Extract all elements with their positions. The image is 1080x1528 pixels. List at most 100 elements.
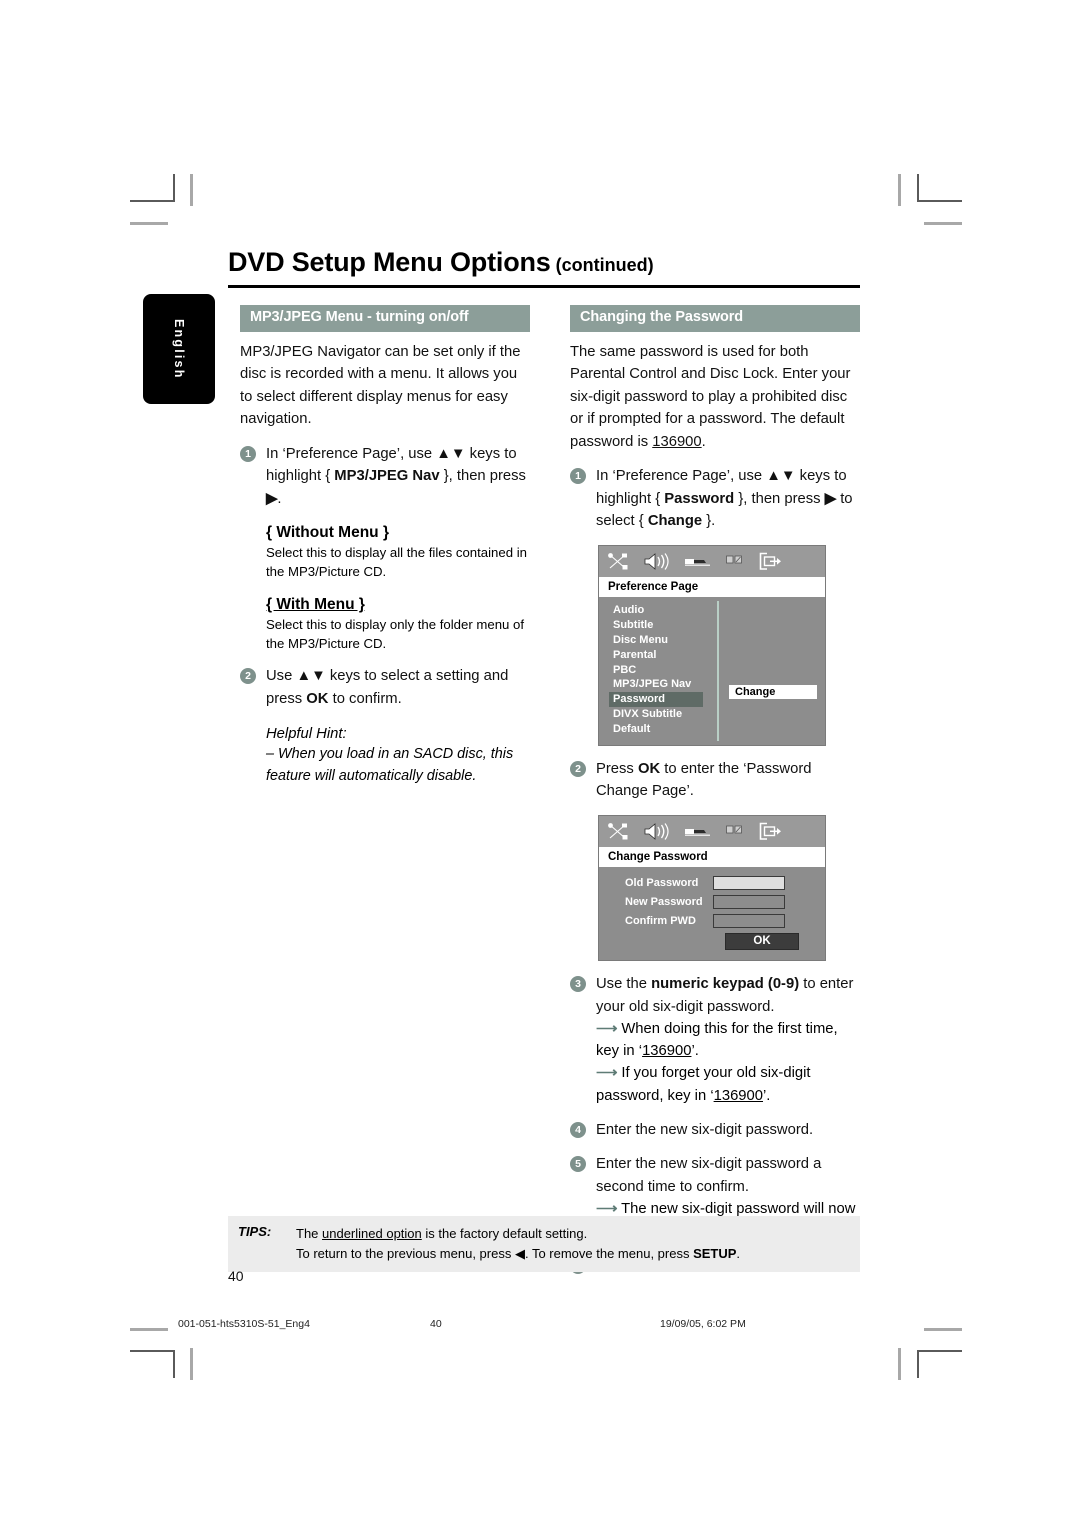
step-text-c: to confirm.: [328, 690, 402, 707]
arrow-bullet-icon: ⟶: [596, 1065, 618, 1082]
video-icon: [685, 559, 710, 567]
osd-title: Preference Page: [599, 576, 825, 598]
osd-menu-item-pbc[interactable]: PBC: [609, 663, 703, 678]
tips-line-2-c: .: [736, 1245, 741, 1261]
tools-icon: [608, 552, 628, 570]
password-intro-period: .: [701, 433, 706, 450]
step-text-a: In ‘Preference Page’, use: [266, 445, 437, 462]
exit-icon: [759, 822, 781, 840]
tips-line-1: The underlined option is the factory def…: [296, 1224, 740, 1244]
osd-option-change[interactable]: Change: [729, 685, 817, 700]
note-text-a: If you forget your old six-digit passwor…: [596, 1065, 811, 1104]
manual-page: DVD Setup Menu Options (continued) Englis…: [0, 0, 1080, 1528]
osd-menu-item-disc-menu[interactable]: Disc Menu: [609, 633, 703, 648]
imposition-timestamp: 19/09/05, 6:02 PM: [660, 1318, 746, 1330]
tips-label: TIPS:: [238, 1224, 272, 1239]
osd-title: Change Password: [599, 846, 825, 868]
ok-key-label: OK: [637, 760, 661, 777]
page-title: DVD Setup Menu Options: [228, 247, 551, 277]
tips-line-2-a: To return to the previous menu, press: [296, 1245, 515, 1261]
tips-line-1-a: The: [296, 1226, 323, 1241]
step-text-c: }, then press: [439, 468, 526, 485]
osd-menu-item-password[interactable]: Password: [609, 692, 703, 708]
confirm-password-label: Confirm PWD: [625, 915, 696, 928]
osd-menu-item-default[interactable]: Default: [609, 722, 703, 737]
page-number: 40: [228, 1268, 244, 1284]
arrow-keys-glyph: ▲▼: [766, 468, 796, 485]
field-row-old-password: Old Password: [599, 876, 825, 891]
password-intro-text: The same password is used for both Paren…: [570, 343, 851, 450]
tips-content: TIPS: The underlined option is the facto…: [238, 1224, 850, 1263]
numeric-keypad-label: numeric keypad (0-9): [651, 976, 800, 993]
osd-icon-bar: [599, 815, 825, 847]
step-text-a: Press: [596, 760, 638, 777]
mp3jpeg-intro: MP3/JPEG Navigator can be set only if th…: [240, 343, 521, 428]
osd-menu-item-mp3jpeg-nav[interactable]: MP3/JPEG Nav: [609, 677, 703, 692]
arrow-bullet-icon: ⟶: [596, 1021, 618, 1038]
menu-item-name: MP3/JPEG Nav: [334, 468, 440, 485]
step-text: Enter the new six-digit password a secon…: [596, 1156, 822, 1195]
option-with-menu-label: { With Menu }: [240, 596, 530, 614]
helpful-hint-title: Helpful Hint:: [266, 726, 347, 743]
confirm-password-input[interactable]: [713, 914, 785, 929]
title-divider: [228, 285, 860, 288]
tips-box: TIPS: The underlined option is the facto…: [228, 1216, 860, 1272]
imposition-slug: 001-051-hts5310S-51_Eng4 40 19/09/05, 6:…: [0, 1318, 1080, 1338]
password-step-1: 1 In ‘Preference Page’, use ▲▼ keys to h…: [570, 465, 860, 532]
helpful-hint-body: – When you load in an SACD disc, this fe…: [266, 746, 514, 784]
old-password-label: Old Password: [625, 877, 699, 890]
old-password-input[interactable]: [713, 876, 785, 891]
video-icon: [685, 829, 710, 836]
osd-body: Old Password New Password Confirm PWD OK: [599, 867, 825, 960]
step-text-e: }.: [702, 513, 716, 530]
picture-icon: [726, 825, 742, 834]
note-text-a: When doing this for the first time, key …: [596, 1021, 838, 1060]
step-number-badge: 4: [570, 1121, 586, 1138]
field-row-new-password: New Password: [599, 895, 825, 910]
step-number-badge: 3: [570, 976, 586, 993]
osd-body: Audio Subtitle Disc Menu Parental PBC MP…: [599, 597, 825, 745]
right-arrow-glyph: ▶: [824, 490, 837, 507]
password-step-3-note-2: ⟶ If you forget your old six-digit passw…: [570, 1062, 860, 1106]
mp3jpeg-step-2: 2 Use ▲▼ keys to select a setting and pr…: [240, 665, 530, 710]
step-text: Enter the new six-digit password.: [596, 1121, 814, 1138]
step-number-badge: 5: [570, 1156, 586, 1173]
ok-button-row: OK: [599, 933, 825, 951]
speaker-icon: [644, 552, 669, 570]
option-with-menu-text: Select this to display only the folder m…: [266, 616, 525, 651]
osd-icon-bar: [599, 545, 825, 577]
default-password-value: 136900: [652, 433, 702, 450]
osd-menu-item-audio[interactable]: Audio: [609, 603, 703, 618]
step-text-c: }, then press: [734, 490, 825, 507]
password-step-4: 4 Enter the new six-digit password.: [570, 1119, 860, 1141]
tips-line-1-b: is the factory default setting.: [421, 1226, 588, 1241]
default-password-value: 136900: [642, 1043, 692, 1060]
password-step-3: 3 Use the numeric keypad (0-9) to enter …: [570, 973, 860, 1018]
mp3jpeg-step-1: 1 In ‘Preference Page’, use ▲▼ keys to h…: [240, 443, 530, 510]
osd-menu-list: Audio Subtitle Disc Menu Parental PBC MP…: [599, 603, 703, 737]
new-password-input[interactable]: [713, 895, 785, 910]
step-number-badge: 1: [570, 468, 586, 485]
step-text-d: .: [277, 490, 282, 507]
speaker-icon: [644, 822, 669, 840]
field-row-confirm-password: Confirm PWD: [599, 914, 825, 929]
note-text-b: ’.: [691, 1043, 699, 1060]
osd-menu-item-divx-subtitle[interactable]: DIVX Subtitle: [609, 707, 703, 722]
ok-key-label: OK: [306, 690, 329, 707]
note-text-b: ’.: [763, 1087, 771, 1104]
tips-line-2: To return to the previous menu, press ◀.…: [296, 1244, 740, 1264]
imposition-page-number: 40: [430, 1318, 442, 1330]
osd-menu-item-subtitle[interactable]: Subtitle: [609, 618, 703, 633]
tips-lines: The underlined option is the factory def…: [296, 1224, 740, 1263]
menu-option-name: Change: [647, 513, 703, 530]
page-title-continued: (continued): [555, 255, 654, 275]
setup-key-label: SETUP: [693, 1245, 737, 1261]
section-heading-password: Changing the Password: [570, 305, 860, 332]
osd-menu-item-parental[interactable]: Parental: [609, 648, 703, 663]
ok-button[interactable]: OK: [725, 933, 799, 951]
option-with-menu-underline: { With Menu }: [266, 595, 365, 613]
arrow-keys-glyph: ▲▼: [296, 668, 326, 685]
tools-icon: [608, 822, 628, 840]
step-number-badge: 2: [570, 760, 586, 777]
password-step-3-note-1: ⟶ When doing this for the first time, ke…: [570, 1018, 860, 1062]
